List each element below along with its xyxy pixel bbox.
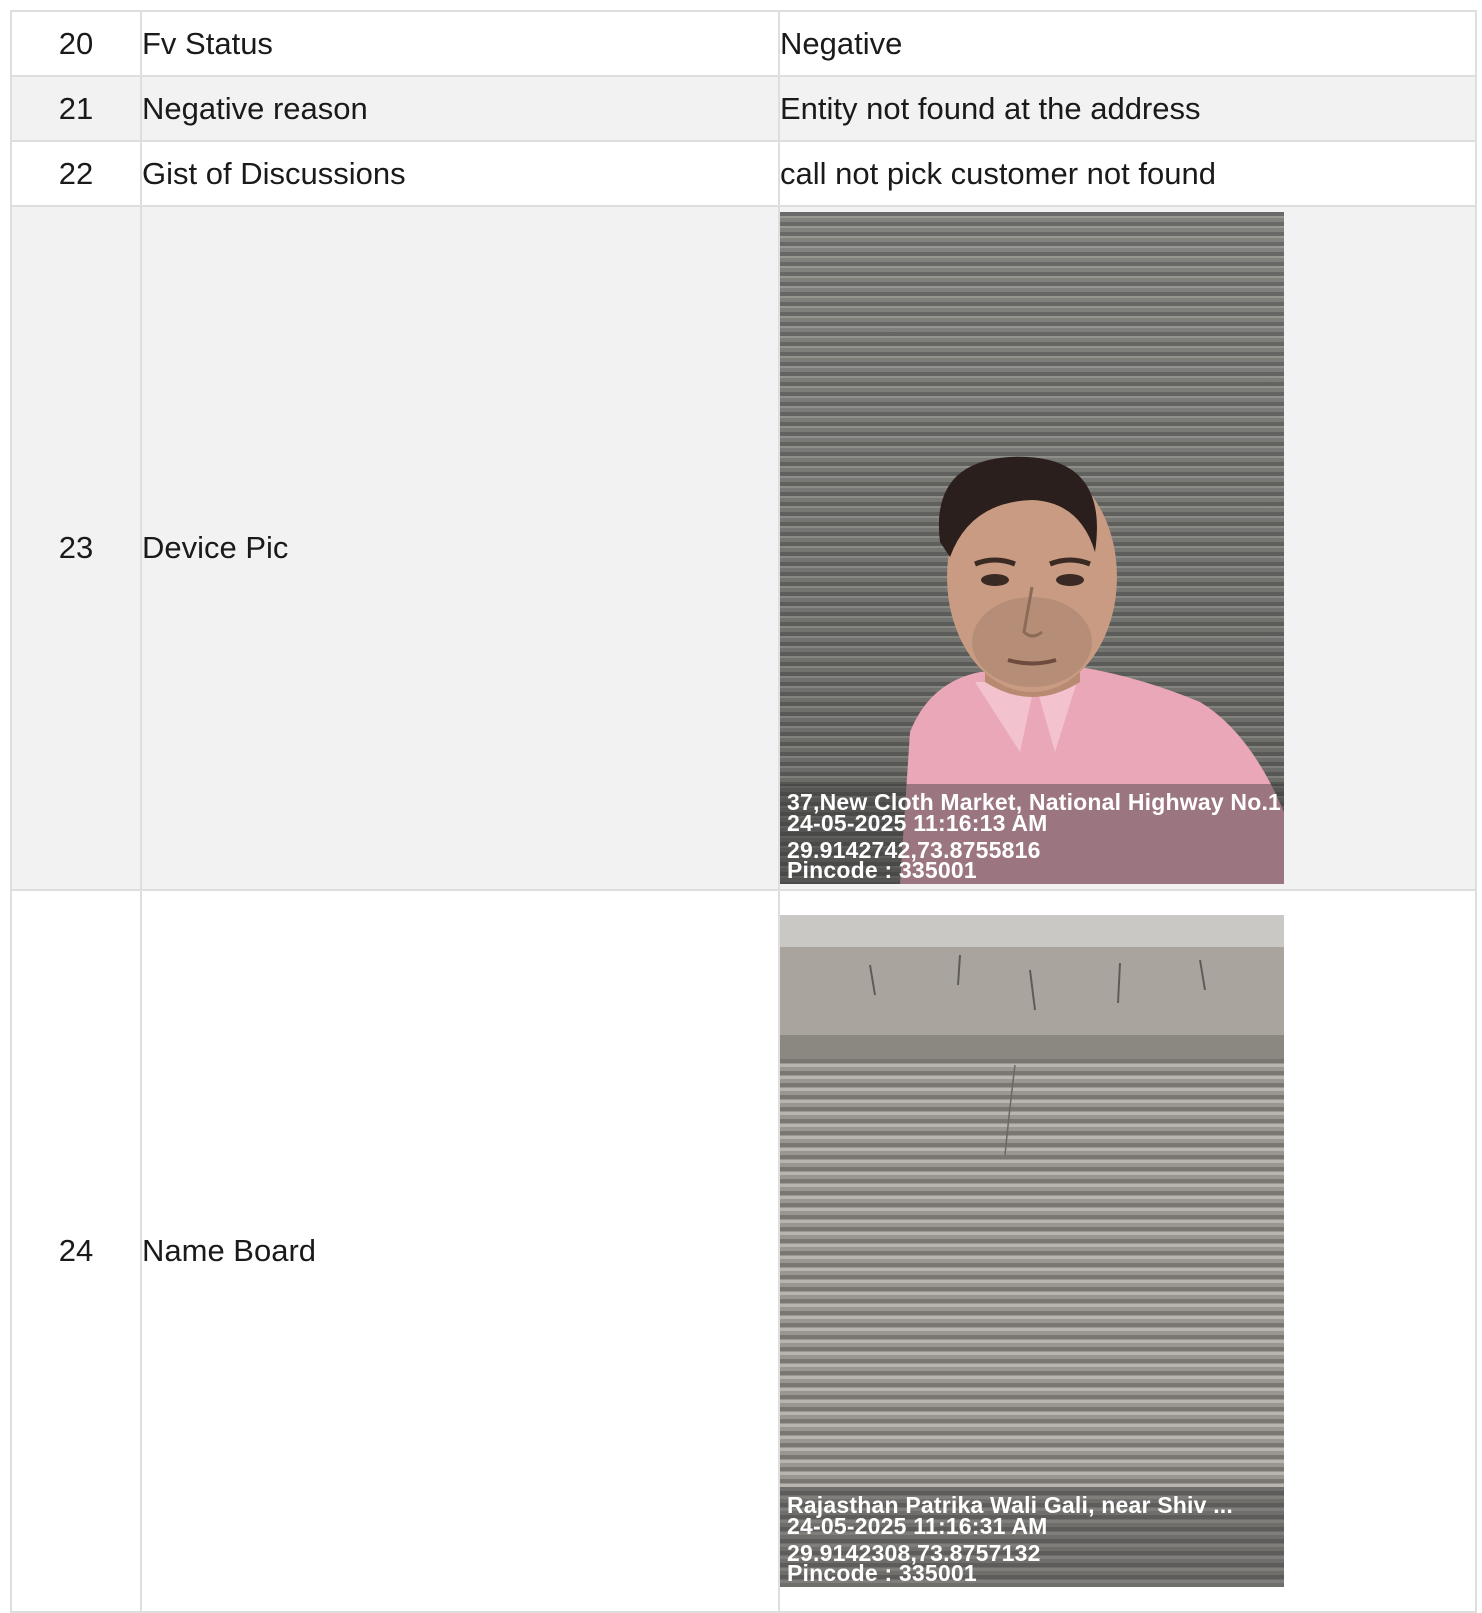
field-label: Gist of Discussions — [140, 140, 780, 207]
row-number: 22 — [10, 140, 142, 207]
photo-cell: 37,New Cloth Market, National Highway No… — [778, 205, 1477, 891]
row-number: 21 — [10, 75, 142, 142]
stamp-datetime: 24-05-2025 11:16:13 AM — [787, 810, 1048, 836]
verification-table: 20 Fv Status Negative 21 Negative reason… — [10, 10, 1477, 1613]
field-value: Entity not found at the address — [778, 75, 1477, 142]
photo-cell: Rajasthan Patrika Wali Gali, near Shiv .… — [778, 889, 1477, 1613]
table-row-negative-reason: 21 Negative reason Entity not found at t… — [10, 75, 1477, 142]
field-value: Negative — [778, 10, 1477, 77]
table-row-name-board: 24 Name Board Rajasthan Patrika Wali Gal… — [10, 889, 1477, 1613]
geo-stamp: Rajasthan Patrika Wali Gali, near Shiv .… — [780, 1487, 1284, 1587]
geo-stamp: 37,New Cloth Market, National Highway No… — [780, 784, 1284, 884]
field-label: Device Pic — [140, 205, 780, 891]
table-row-fv-status: 20 Fv Status Negative — [10, 10, 1477, 77]
table-row-device-pic: 23 Device Pic 37,New Cloth Market, Natio… — [10, 205, 1477, 891]
field-label: Fv Status — [140, 10, 780, 77]
table-row-gist: 22 Gist of Discussions call not pick cus… — [10, 140, 1477, 207]
report-sheet: 20 Fv Status Negative 21 Negative reason… — [10, 10, 1477, 1613]
row-number: 23 — [10, 205, 142, 891]
stamp-pincode: Pincode : 335001 — [787, 1560, 977, 1586]
name-board-photo: Rajasthan Patrika Wali Gali, near Shiv .… — [780, 915, 1284, 1587]
field-label: Name Board — [140, 889, 780, 1613]
field-value: call not pick customer not found — [778, 140, 1477, 207]
device-photo: 37,New Cloth Market, National Highway No… — [780, 212, 1284, 884]
stamp-pincode: Pincode : 335001 — [787, 857, 977, 883]
field-label: Negative reason — [140, 75, 780, 142]
row-number: 24 — [10, 889, 142, 1613]
row-number: 20 — [10, 10, 142, 77]
stamp-datetime: 24-05-2025 11:16:31 AM — [787, 1513, 1048, 1539]
